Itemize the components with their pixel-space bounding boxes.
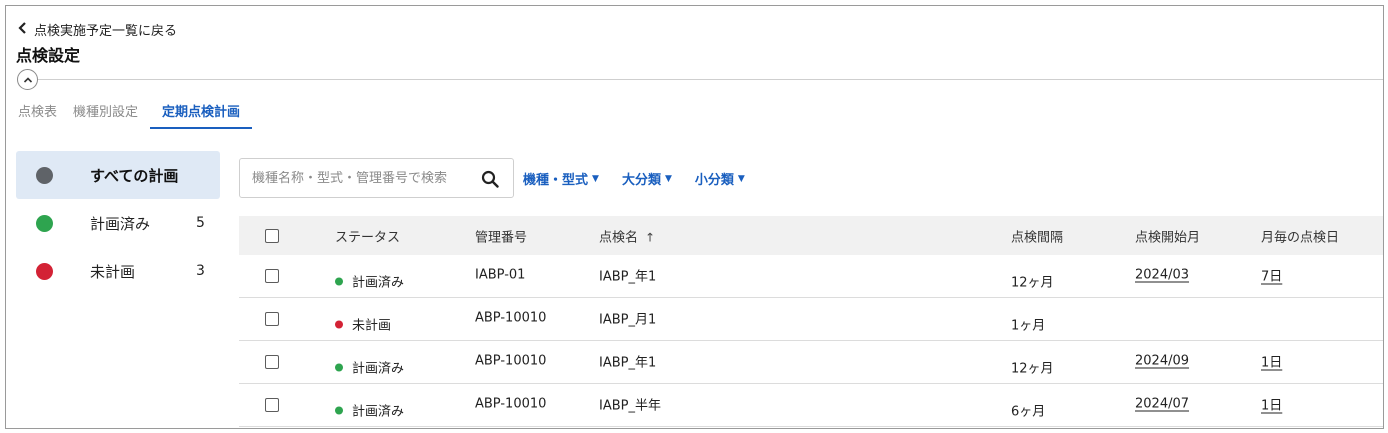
status-dot-icon xyxy=(335,320,343,328)
header-name-label: 点検名 xyxy=(599,230,639,245)
row-status-label: 計画済み xyxy=(352,404,405,420)
status-dot-icon xyxy=(335,277,343,285)
filter-major-category[interactable]: 大分類 ▼ xyxy=(622,169,672,188)
row-checkbox[interactable] xyxy=(265,355,279,369)
row-status: 計画済み xyxy=(335,272,404,291)
sidebar-item-count: 5 xyxy=(196,215,205,231)
filter-minor-category[interactable]: 小分類 ▼ xyxy=(695,169,745,188)
header-monthly-day[interactable]: 月毎の点検日 xyxy=(1261,226,1339,245)
tab-inspection-sheet[interactable]: 点検表 xyxy=(18,103,65,129)
select-all-checkbox[interactable] xyxy=(265,228,279,243)
caret-down-icon: ▼ xyxy=(664,173,672,184)
row-status: 未計画 xyxy=(335,315,391,334)
row-start-month-link[interactable]: 2024/07 xyxy=(1135,397,1189,412)
header-divider xyxy=(32,79,1383,80)
status-dot-icon xyxy=(335,363,343,371)
status-dot-icon xyxy=(36,262,53,280)
row-interval: 12ヶ月 xyxy=(1011,361,1054,377)
row-status: 計画済み xyxy=(335,401,404,420)
chevron-left-icon xyxy=(18,22,27,37)
filter-label: 小分類 xyxy=(694,173,734,188)
sidebar-item-label: すべての計画 xyxy=(90,166,179,185)
search-box xyxy=(239,158,514,198)
row-monthly-day-link[interactable]: 1日 xyxy=(1261,395,1282,414)
search-icon[interactable] xyxy=(481,170,499,188)
row-interval: 6ヶ月 xyxy=(1011,404,1046,420)
table-row: 未計画 ABP-10010 IABP_月1 1ヶ月 xyxy=(239,298,1383,341)
header-interval[interactable]: 点検間隔 xyxy=(1011,226,1063,245)
table-body: 計画済み IABP-01 IABP_年1 12ヶ月 2024/03 7日未計画 ABP-10… xyxy=(239,255,1383,427)
page-title: 点検設定 xyxy=(16,46,81,65)
tab-bar: 点検表 機種別設定 定期点検計画 xyxy=(18,103,253,129)
caret-down-icon: ▼ xyxy=(737,173,745,184)
row-start-month-link[interactable]: 2024/09 xyxy=(1135,354,1189,369)
filter-bar: 機種・型式 ▼ 大分類 ▼ 小分類 ▼ xyxy=(523,169,745,188)
sidebar-item-label: 計画済み xyxy=(90,214,151,233)
tab-model-settings[interactable]: 機種別設定 xyxy=(65,103,146,129)
status-dot-icon xyxy=(335,406,343,414)
page-frame: 点検実施予定一覧に戻る 点検設定 点検表 機種別設定 定期点検計画 すべての計画… xyxy=(5,5,1384,429)
row-interval: 1ヶ月 xyxy=(1011,318,1046,334)
row-status-label: 計画済み xyxy=(352,275,405,291)
header-start-month[interactable]: 点検開始月 xyxy=(1135,226,1200,245)
back-link[interactable]: 点検実施予定一覧に戻る xyxy=(18,20,177,39)
row-status-label: 未計画 xyxy=(352,318,392,334)
header-name[interactable]: 点検名 ↑ xyxy=(599,226,655,245)
plan-table: ステータス 管理番号 点検名 ↑ 点検間隔 点検開始月 月毎の点検日 計画済み IA… xyxy=(239,216,1383,427)
row-checkbox[interactable] xyxy=(265,312,279,326)
sidebar-item-count: 3 xyxy=(196,263,205,279)
filter-label: 大分類 xyxy=(621,173,661,188)
chevron-up-icon xyxy=(23,76,32,83)
table-header-row: ステータス 管理番号 点検名 ↑ 点検間隔 点検開始月 月毎の点検日 xyxy=(239,216,1383,255)
status-dot-icon xyxy=(36,166,53,184)
row-id: ABP-10010 xyxy=(475,310,547,326)
row-name: IABP_年1 xyxy=(599,355,657,371)
sidebar-item-label: 未計画 xyxy=(90,262,136,281)
table-row: 計画済み IABP-01 IABP_年1 12ヶ月 2024/03 7日 xyxy=(239,255,1383,298)
row-status-label: 計画済み xyxy=(352,361,405,377)
row-id: ABP-10010 xyxy=(475,396,547,412)
search-input[interactable] xyxy=(252,170,474,186)
status-sidebar: すべての計画 計画済み 5 未計画 3 xyxy=(16,151,220,295)
sidebar-item[interactable]: すべての計画 xyxy=(16,151,220,199)
table-row: 計画済み ABP-10010 IABP_年1 12ヶ月 2024/09 1日 xyxy=(239,341,1383,384)
row-status: 計画済み xyxy=(335,358,404,377)
sort-ascending-icon: ↑ xyxy=(645,230,656,244)
back-link-label: 点検実施予定一覧に戻る xyxy=(34,24,178,39)
tab-periodic-plan[interactable]: 定期点検計画 xyxy=(150,103,253,129)
row-monthly-day-link[interactable]: 1日 xyxy=(1261,352,1282,371)
row-checkbox[interactable] xyxy=(265,269,279,283)
filter-label: 機種・型式 xyxy=(523,173,589,188)
row-id: IABP-01 xyxy=(475,267,526,283)
collapse-button[interactable] xyxy=(17,69,38,90)
table-row: 計画済み ABP-10010 IABP_半年 6ヶ月 2024/07 1日 xyxy=(239,384,1383,427)
filter-model-type[interactable]: 機種・型式 ▼ xyxy=(523,169,599,188)
row-monthly-day-link[interactable]: 7日 xyxy=(1261,266,1282,285)
row-name: IABP_年1 xyxy=(599,269,657,285)
caret-down-icon: ▼ xyxy=(592,173,599,184)
row-start-month-link[interactable]: 2024/03 xyxy=(1135,268,1189,283)
row-checkbox[interactable] xyxy=(265,398,279,412)
row-interval: 12ヶ月 xyxy=(1011,275,1054,291)
sidebar-item[interactable]: 未計画 3 xyxy=(16,247,220,295)
status-dot-icon xyxy=(36,214,53,232)
sidebar-item[interactable]: 計画済み 5 xyxy=(16,199,220,247)
header-status[interactable]: ステータス xyxy=(335,226,400,245)
header-id[interactable]: 管理番号 xyxy=(475,226,527,245)
row-name: IABP_月1 xyxy=(599,312,657,328)
row-id: ABP-10010 xyxy=(475,353,547,369)
row-name: IABP_半年 xyxy=(599,398,661,414)
